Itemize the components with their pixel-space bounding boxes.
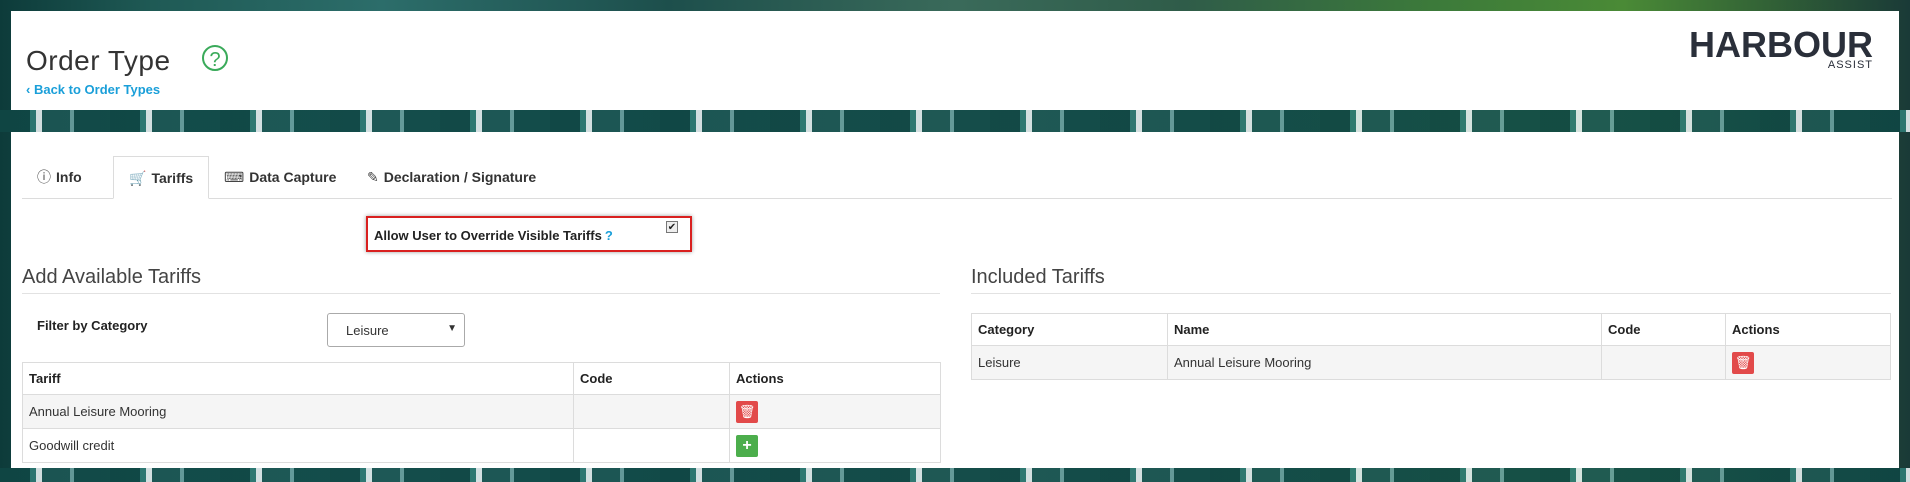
tariff-code-cell <box>573 394 730 429</box>
table-row: Annual Leisure Mooring 🗑 <box>22 394 941 429</box>
cart-icon: 🛒 <box>129 170 147 186</box>
tab-data-capture-label: Data Capture <box>249 169 337 185</box>
add-available-tariffs-title: Add Available Tariffs <box>22 266 202 288</box>
tab-info[interactable]: ⓘ Info <box>22 156 97 198</box>
name-cell: Annual Leisure Mooring <box>1167 345 1602 380</box>
available-tariffs-table: Tariff Code Actions Annual Leisure Moori… <box>22 362 941 463</box>
back-link-label: Back to Order Types <box>33 82 161 97</box>
chevron-down-icon: ▼ <box>447 323 457 334</box>
tab-declaration-signature[interactable]: ✎ Declaration / Signature <box>352 156 551 198</box>
delete-button[interactable]: 🗑 <box>736 400 758 423</box>
main-panel: ⓘ Info 🛒 Tariffs ⌨ Data Capture ✎ Declaratio… <box>11 132 1899 468</box>
help-icon[interactable]: ? <box>202 45 228 71</box>
tab-declaration-label: Declaration / Signature <box>383 169 537 185</box>
pen-icon: ✎ <box>367 169 379 185</box>
delete-button[interactable]: 🗑 <box>1732 351 1754 374</box>
override-label-text: Allow User to Override Visible Tariffs <box>374 228 602 243</box>
category-filter-select[interactable]: Leisure ▼ <box>327 313 465 347</box>
harbour-assist-logo: HARBOUR ASSIST <box>1689 24 1873 72</box>
override-help-icon[interactable]: ? <box>605 228 613 243</box>
section-divider <box>971 293 1891 294</box>
tab-tariffs-label: Tariffs <box>151 170 194 186</box>
background-dock-image-bottom <box>0 468 1910 482</box>
override-visible-tariffs-label: Allow User to Override Visible Tariffs? <box>374 228 613 243</box>
tariff-name-cell: Annual Leisure Mooring <box>22 394 574 429</box>
category-filter-value: Leisure <box>346 323 389 338</box>
section-divider <box>22 293 940 294</box>
trash-icon: 🗑 <box>738 403 756 419</box>
chevron-left-icon: ‹ <box>26 82 34 97</box>
tab-data-capture[interactable]: ⌨ Data Capture <box>209 156 351 198</box>
column-header-actions: Actions <box>1725 313 1891 346</box>
tab-bar: ⓘ Info 🛒 Tariffs ⌨ Data Capture ✎ Declaratio… <box>22 156 1892 199</box>
override-highlight-box: Allow User to Override Visible Tariffs? … <box>366 216 692 252</box>
plus-icon: + <box>742 436 752 454</box>
column-header-name: Name <box>1167 313 1602 346</box>
column-header-category: Category <box>971 313 1168 346</box>
page-title: Order Type <box>26 45 171 76</box>
back-to-order-types-link[interactable]: ‹ Back to Order Types <box>26 82 160 97</box>
actions-cell: 🗑 <box>1725 345 1891 380</box>
column-header-code: Code <box>573 362 730 395</box>
column-header-actions: Actions <box>729 362 941 395</box>
column-header-tariff: Tariff <box>22 362 574 395</box>
tariff-actions-cell: + <box>729 428 941 463</box>
table-row: Leisure Annual Leisure Mooring 🗑 <box>971 345 1891 380</box>
category-cell: Leisure <box>971 345 1168 380</box>
trash-icon: 🗑 <box>1734 354 1752 370</box>
logo-main-text: HARBOUR <box>1689 24 1873 65</box>
column-header-code: Code <box>1601 313 1726 346</box>
included-tariffs-title: Included Tariffs <box>971 266 1105 288</box>
page-header: Order Type ? ‹ Back to Order Types HARBO… <box>11 11 1899 110</box>
background-dock-image <box>0 110 1910 132</box>
add-button[interactable]: + <box>736 434 758 457</box>
table-row: Goodwill credit + <box>22 428 941 463</box>
override-visible-tariffs-checkbox[interactable]: ✔ <box>666 221 678 233</box>
code-cell <box>1601 345 1726 380</box>
tariff-actions-cell: 🗑 <box>729 394 941 429</box>
tab-info-label: Info <box>56 169 82 185</box>
included-tariffs-table: Category Name Code Actions Leisure Annua… <box>971 313 1891 380</box>
tariff-code-cell <box>573 428 730 463</box>
tariff-name-cell: Goodwill credit <box>22 428 574 463</box>
filter-by-category-label: Filter by Category <box>37 318 148 333</box>
keyboard-icon: ⌨ <box>224 169 245 185</box>
info-icon: ⓘ <box>37 169 51 185</box>
tab-tariffs[interactable]: 🛒 Tariffs <box>113 156 210 199</box>
